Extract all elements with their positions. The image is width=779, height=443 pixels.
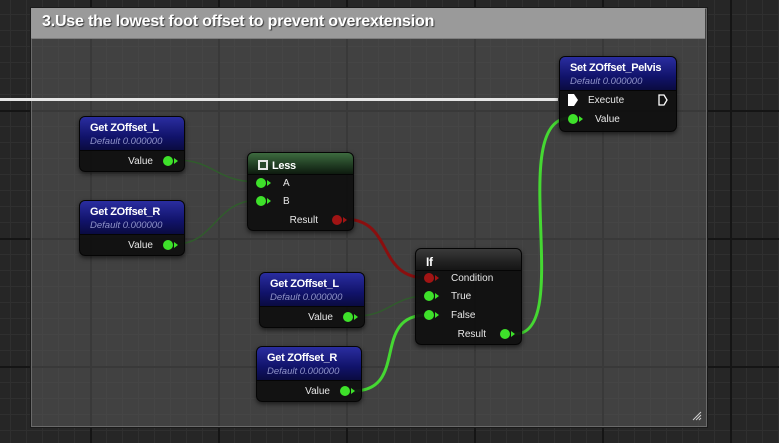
pin-label-value: Value (128, 155, 153, 167)
node-subtitle: Default 0.000000 (570, 76, 643, 87)
pin-label-result: Result (457, 328, 486, 340)
exec-input-pin-icon[interactable] (568, 94, 578, 106)
node-title: Less (272, 160, 296, 172)
output-pin-value[interactable] (340, 386, 350, 396)
input-pin-false[interactable] (424, 310, 434, 320)
node-header: Get ZOffset_L Default 0.000000 (260, 273, 364, 307)
input-pin-value[interactable] (568, 114, 578, 124)
pin-label-b: B (283, 195, 290, 207)
output-pin-result[interactable] (500, 329, 510, 339)
pin-arrow-icon (343, 217, 347, 223)
pin-label-condition: Condition (451, 272, 494, 284)
node-header: Get ZOffset_L Default 0.000000 (80, 117, 184, 151)
pin-arrow-icon (579, 116, 583, 122)
input-pin-condition[interactable] (424, 273, 434, 283)
node-header: Less (248, 153, 353, 175)
node-less[interactable]: Less A B Result (247, 152, 354, 231)
input-pin-a[interactable] (256, 178, 266, 188)
input-pin-true[interactable] (424, 291, 434, 301)
node-header: Get ZOffset_R Default 0.000000 (257, 347, 361, 381)
node-subtitle: Default 0.000000 (270, 292, 343, 303)
node-title: Get ZOffset_R (267, 352, 338, 364)
pin-arrow-icon (174, 158, 178, 164)
node-if[interactable]: If Condition True False Result (415, 248, 522, 345)
comment-header[interactable]: 3.Use the lowest foot offset to prevent … (31, 8, 705, 39)
node-get-zoffset-l-1[interactable]: Get ZOffset_L Default 0.000000 Value (79, 116, 185, 172)
resize-handle-icon[interactable] (692, 411, 702, 421)
node-subtitle: Default 0.000000 (90, 220, 163, 231)
pin-arrow-icon (435, 293, 439, 299)
output-pin-value[interactable] (343, 312, 353, 322)
pin-arrow-icon (354, 314, 358, 320)
pin-label-true: True (451, 290, 472, 302)
node-title: Set ZOffset_Pelvis (570, 62, 662, 74)
output-pin-value[interactable] (163, 240, 173, 250)
pin-arrow-icon (435, 275, 439, 281)
exec-wire[interactable] (0, 98, 558, 101)
pin-label-value: Value (595, 113, 620, 125)
node-get-zoffset-r-1[interactable]: Get ZOffset_R Default 0.000000 Value (79, 200, 185, 256)
pin-label-execute: Execute (588, 94, 625, 106)
output-pin-value[interactable] (163, 156, 173, 166)
node-header: If (416, 249, 521, 271)
function-icon (258, 160, 268, 170)
node-title: Get ZOffset_R (90, 206, 161, 218)
output-pin-result[interactable] (332, 215, 342, 225)
pin-arrow-icon (435, 312, 439, 318)
exec-output-pin-icon[interactable] (658, 94, 668, 106)
pin-label-value: Value (305, 385, 330, 397)
node-header: Set ZOffset_Pelvis Default 0.000000 (560, 57, 676, 91)
pin-arrow-icon (267, 180, 271, 186)
pin-label-a: A (283, 177, 290, 189)
pin-label-value: Value (128, 239, 153, 251)
pin-arrow-icon (267, 198, 271, 204)
node-get-zoffset-r-2[interactable]: Get ZOffset_R Default 0.000000 Value (256, 346, 362, 402)
pin-arrow-icon (351, 388, 355, 394)
pin-label-result: Result (289, 214, 318, 226)
pin-arrow-icon (174, 242, 178, 248)
node-title: Get ZOffset_L (270, 278, 339, 290)
node-title: Get ZOffset_L (90, 122, 159, 134)
pin-arrow-icon (511, 331, 515, 337)
pin-label-false: False (451, 309, 476, 321)
node-subtitle: Default 0.000000 (90, 136, 163, 147)
input-pin-b[interactable] (256, 196, 266, 206)
node-header: Get ZOffset_R Default 0.000000 (80, 201, 184, 235)
node-subtitle: Default 0.000000 (267, 366, 340, 377)
pin-label-value: Value (308, 311, 333, 323)
node-title: If (426, 255, 433, 269)
comment-title: 3.Use the lowest foot offset to prevent … (42, 13, 435, 30)
node-set-zoffset-pelvis[interactable]: Set ZOffset_Pelvis Default 0.000000 Exec… (559, 56, 677, 132)
node-get-zoffset-l-2[interactable]: Get ZOffset_L Default 0.000000 Value (259, 272, 365, 328)
